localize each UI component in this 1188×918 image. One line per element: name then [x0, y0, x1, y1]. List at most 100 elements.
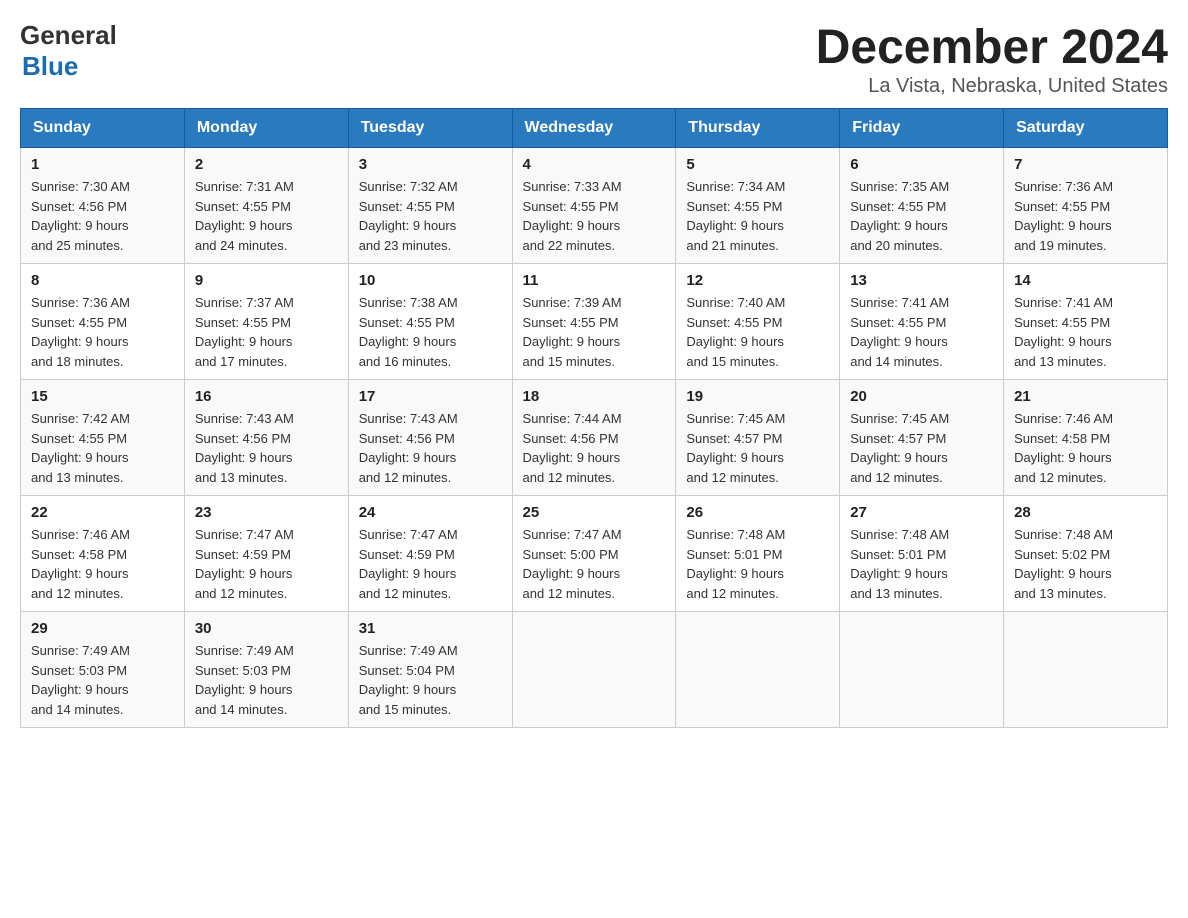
- table-row: 4 Sunrise: 7:33 AM Sunset: 4:55 PM Dayli…: [512, 148, 676, 264]
- table-row: [840, 612, 1004, 728]
- day-info: Sunrise: 7:47 AM Sunset: 4:59 PM Dayligh…: [359, 525, 502, 603]
- day-number: 9: [195, 272, 338, 289]
- calendar-header-row: Sunday Monday Tuesday Wednesday Thursday…: [21, 109, 1168, 148]
- day-info: Sunrise: 7:42 AM Sunset: 4:55 PM Dayligh…: [31, 409, 174, 487]
- table-row: 25 Sunrise: 7:47 AM Sunset: 5:00 PM Dayl…: [512, 496, 676, 612]
- day-info: Sunrise: 7:32 AM Sunset: 4:55 PM Dayligh…: [359, 177, 502, 255]
- table-row: 18 Sunrise: 7:44 AM Sunset: 4:56 PM Dayl…: [512, 380, 676, 496]
- day-number: 2: [195, 156, 338, 173]
- location-text: La Vista, Nebraska, United States: [816, 75, 1168, 98]
- table-row: 9 Sunrise: 7:37 AM Sunset: 4:55 PM Dayli…: [184, 264, 348, 380]
- table-row: 23 Sunrise: 7:47 AM Sunset: 4:59 PM Dayl…: [184, 496, 348, 612]
- col-tuesday: Tuesday: [348, 109, 512, 148]
- page-header: General Blue December 2024 La Vista, Neb…: [20, 20, 1168, 98]
- day-number: 25: [523, 504, 666, 521]
- day-number: 16: [195, 388, 338, 405]
- table-row: 8 Sunrise: 7:36 AM Sunset: 4:55 PM Dayli…: [21, 264, 185, 380]
- table-row: 10 Sunrise: 7:38 AM Sunset: 4:55 PM Dayl…: [348, 264, 512, 380]
- calendar-week-row: 1 Sunrise: 7:30 AM Sunset: 4:56 PM Dayli…: [21, 148, 1168, 264]
- day-number: 14: [1014, 272, 1157, 289]
- day-number: 24: [359, 504, 502, 521]
- day-info: Sunrise: 7:31 AM Sunset: 4:55 PM Dayligh…: [195, 177, 338, 255]
- day-number: 15: [31, 388, 174, 405]
- logo-blue-text: Blue: [22, 51, 78, 82]
- day-info: Sunrise: 7:36 AM Sunset: 4:55 PM Dayligh…: [31, 293, 174, 371]
- calendar-week-row: 29 Sunrise: 7:49 AM Sunset: 5:03 PM Dayl…: [21, 612, 1168, 728]
- day-info: Sunrise: 7:43 AM Sunset: 4:56 PM Dayligh…: [359, 409, 502, 487]
- day-number: 31: [359, 620, 502, 637]
- table-row: 11 Sunrise: 7:39 AM Sunset: 4:55 PM Dayl…: [512, 264, 676, 380]
- day-info: Sunrise: 7:39 AM Sunset: 4:55 PM Dayligh…: [523, 293, 666, 371]
- day-info: Sunrise: 7:43 AM Sunset: 4:56 PM Dayligh…: [195, 409, 338, 487]
- table-row: 30 Sunrise: 7:49 AM Sunset: 5:03 PM Dayl…: [184, 612, 348, 728]
- table-row: [1004, 612, 1168, 728]
- table-row: 27 Sunrise: 7:48 AM Sunset: 5:01 PM Dayl…: [840, 496, 1004, 612]
- day-number: 3: [359, 156, 502, 173]
- day-info: Sunrise: 7:36 AM Sunset: 4:55 PM Dayligh…: [1014, 177, 1157, 255]
- table-row: 6 Sunrise: 7:35 AM Sunset: 4:55 PM Dayli…: [840, 148, 1004, 264]
- col-saturday: Saturday: [1004, 109, 1168, 148]
- day-number: 7: [1014, 156, 1157, 173]
- day-number: 8: [31, 272, 174, 289]
- day-info: Sunrise: 7:45 AM Sunset: 4:57 PM Dayligh…: [686, 409, 829, 487]
- day-number: 19: [686, 388, 829, 405]
- table-row: 19 Sunrise: 7:45 AM Sunset: 4:57 PM Dayl…: [676, 380, 840, 496]
- table-row: 21 Sunrise: 7:46 AM Sunset: 4:58 PM Dayl…: [1004, 380, 1168, 496]
- day-number: 27: [850, 504, 993, 521]
- col-thursday: Thursday: [676, 109, 840, 148]
- title-area: December 2024 La Vista, Nebraska, United…: [816, 20, 1168, 98]
- table-row: 17 Sunrise: 7:43 AM Sunset: 4:56 PM Dayl…: [348, 380, 512, 496]
- day-number: 26: [686, 504, 829, 521]
- day-number: 21: [1014, 388, 1157, 405]
- day-info: Sunrise: 7:41 AM Sunset: 4:55 PM Dayligh…: [850, 293, 993, 371]
- day-info: Sunrise: 7:47 AM Sunset: 5:00 PM Dayligh…: [523, 525, 666, 603]
- day-number: 13: [850, 272, 993, 289]
- table-row: 16 Sunrise: 7:43 AM Sunset: 4:56 PM Dayl…: [184, 380, 348, 496]
- day-info: Sunrise: 7:35 AM Sunset: 4:55 PM Dayligh…: [850, 177, 993, 255]
- day-info: Sunrise: 7:45 AM Sunset: 4:57 PM Dayligh…: [850, 409, 993, 487]
- calendar-table: Sunday Monday Tuesday Wednesday Thursday…: [20, 108, 1168, 728]
- day-number: 20: [850, 388, 993, 405]
- day-info: Sunrise: 7:49 AM Sunset: 5:03 PM Dayligh…: [31, 641, 174, 719]
- day-number: 17: [359, 388, 502, 405]
- table-row: 1 Sunrise: 7:30 AM Sunset: 4:56 PM Dayli…: [21, 148, 185, 264]
- calendar-week-row: 8 Sunrise: 7:36 AM Sunset: 4:55 PM Dayli…: [21, 264, 1168, 380]
- day-number: 23: [195, 504, 338, 521]
- table-row: 13 Sunrise: 7:41 AM Sunset: 4:55 PM Dayl…: [840, 264, 1004, 380]
- day-info: Sunrise: 7:30 AM Sunset: 4:56 PM Dayligh…: [31, 177, 174, 255]
- day-info: Sunrise: 7:48 AM Sunset: 5:01 PM Dayligh…: [686, 525, 829, 603]
- day-info: Sunrise: 7:46 AM Sunset: 4:58 PM Dayligh…: [31, 525, 174, 603]
- day-info: Sunrise: 7:40 AM Sunset: 4:55 PM Dayligh…: [686, 293, 829, 371]
- day-info: Sunrise: 7:47 AM Sunset: 4:59 PM Dayligh…: [195, 525, 338, 603]
- col-friday: Friday: [840, 109, 1004, 148]
- table-row: 20 Sunrise: 7:45 AM Sunset: 4:57 PM Dayl…: [840, 380, 1004, 496]
- day-number: 28: [1014, 504, 1157, 521]
- col-sunday: Sunday: [21, 109, 185, 148]
- day-number: 30: [195, 620, 338, 637]
- calendar-week-row: 15 Sunrise: 7:42 AM Sunset: 4:55 PM Dayl…: [21, 380, 1168, 496]
- table-row: 7 Sunrise: 7:36 AM Sunset: 4:55 PM Dayli…: [1004, 148, 1168, 264]
- table-row: 24 Sunrise: 7:47 AM Sunset: 4:59 PM Dayl…: [348, 496, 512, 612]
- day-info: Sunrise: 7:46 AM Sunset: 4:58 PM Dayligh…: [1014, 409, 1157, 487]
- day-info: Sunrise: 7:48 AM Sunset: 5:01 PM Dayligh…: [850, 525, 993, 603]
- logo-general-text: General: [20, 20, 117, 51]
- day-number: 5: [686, 156, 829, 173]
- table-row: 5 Sunrise: 7:34 AM Sunset: 4:55 PM Dayli…: [676, 148, 840, 264]
- day-info: Sunrise: 7:33 AM Sunset: 4:55 PM Dayligh…: [523, 177, 666, 255]
- day-number: 10: [359, 272, 502, 289]
- day-number: 18: [523, 388, 666, 405]
- day-number: 29: [31, 620, 174, 637]
- day-number: 12: [686, 272, 829, 289]
- table-row: 26 Sunrise: 7:48 AM Sunset: 5:01 PM Dayl…: [676, 496, 840, 612]
- day-number: 22: [31, 504, 174, 521]
- table-row: [676, 612, 840, 728]
- month-title: December 2024: [816, 20, 1168, 75]
- day-info: Sunrise: 7:49 AM Sunset: 5:04 PM Dayligh…: [359, 641, 502, 719]
- table-row: 2 Sunrise: 7:31 AM Sunset: 4:55 PM Dayli…: [184, 148, 348, 264]
- day-info: Sunrise: 7:41 AM Sunset: 4:55 PM Dayligh…: [1014, 293, 1157, 371]
- day-info: Sunrise: 7:38 AM Sunset: 4:55 PM Dayligh…: [359, 293, 502, 371]
- table-row: 12 Sunrise: 7:40 AM Sunset: 4:55 PM Dayl…: [676, 264, 840, 380]
- day-number: 4: [523, 156, 666, 173]
- table-row: [512, 612, 676, 728]
- day-number: 1: [31, 156, 174, 173]
